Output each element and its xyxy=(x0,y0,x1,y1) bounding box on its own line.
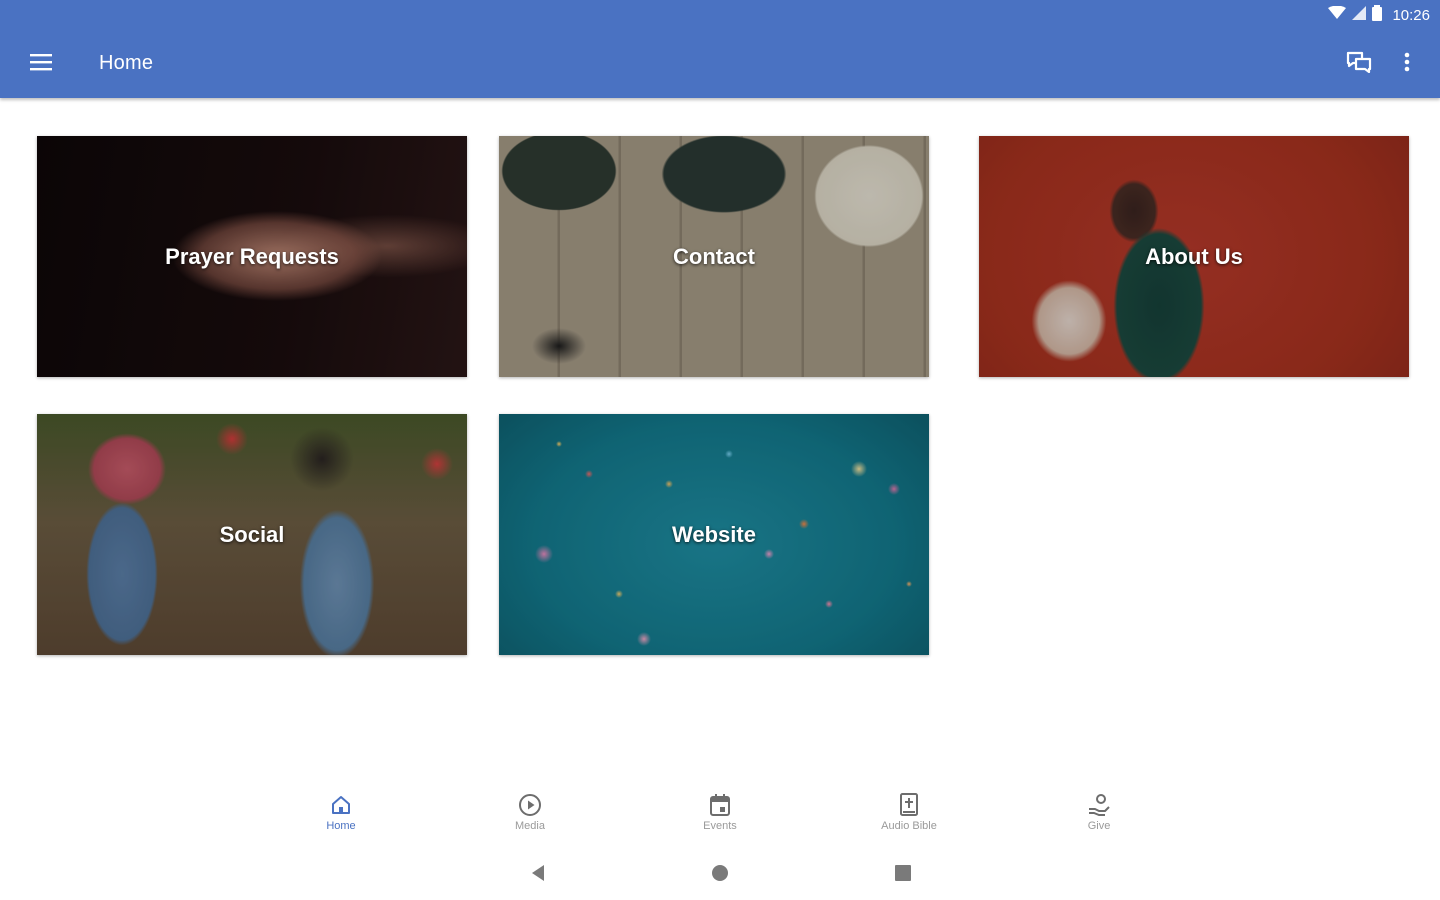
recents-button[interactable] xyxy=(883,862,923,888)
bottom-navigation: Home Media Events Audio Bible Give xyxy=(0,782,1440,852)
tile-contact[interactable]: Contact xyxy=(499,136,929,377)
give-hand-icon xyxy=(1086,792,1112,818)
home-circle-icon xyxy=(711,864,729,887)
nav-label: Media xyxy=(515,820,545,832)
tile-prayer-requests[interactable]: Prayer Requests xyxy=(37,136,467,377)
hamburger-icon xyxy=(30,53,52,76)
tile-label: Prayer Requests xyxy=(165,243,339,269)
more-vert-icon xyxy=(1404,52,1410,77)
nav-label: Give xyxy=(1087,820,1111,832)
nav-label: Home xyxy=(326,820,356,832)
back-button[interactable] xyxy=(518,862,558,888)
tile-label: Contact xyxy=(673,243,755,269)
nav-events[interactable]: Events xyxy=(660,792,780,850)
app-bar: 10:26 Home xyxy=(0,0,1440,98)
system-navigation-bar xyxy=(0,852,1440,900)
nav-home[interactable]: Home xyxy=(281,792,401,850)
tile-website[interactable]: Website xyxy=(499,414,929,655)
nav-audio-bible[interactable]: Audio Bible xyxy=(849,792,969,850)
home-icon xyxy=(328,792,354,818)
menu-button[interactable] xyxy=(22,46,60,82)
overflow-menu-button[interactable] xyxy=(1392,46,1422,82)
tile-label: About Us xyxy=(1145,243,1243,269)
page-title: Home xyxy=(99,52,154,74)
calendar-icon xyxy=(707,792,733,818)
recents-icon xyxy=(895,864,911,886)
tile-social[interactable]: Social xyxy=(37,414,467,655)
chat-button[interactable] xyxy=(1340,46,1378,82)
tile-label: Website xyxy=(672,521,756,547)
tile-label: Social xyxy=(219,521,285,547)
nav-media[interactable]: Media xyxy=(470,792,590,850)
cell-signal-icon xyxy=(1352,6,1367,24)
battery-icon xyxy=(1372,5,1383,25)
nav-label: Audio Bible xyxy=(881,820,937,832)
nav-label: Events xyxy=(703,820,737,832)
status-time: 10:26 xyxy=(1392,6,1430,24)
chat-icon xyxy=(1346,51,1372,78)
wifi-icon xyxy=(1328,5,1347,24)
nav-give[interactable]: Give xyxy=(1039,792,1159,850)
play-circle-icon xyxy=(517,792,543,818)
tile-about-us[interactable]: About Us xyxy=(979,136,1409,377)
back-icon xyxy=(530,864,546,887)
system-home-button[interactable] xyxy=(700,862,740,888)
status-bar: 10:26 xyxy=(1328,4,1430,26)
bible-icon xyxy=(896,792,922,818)
